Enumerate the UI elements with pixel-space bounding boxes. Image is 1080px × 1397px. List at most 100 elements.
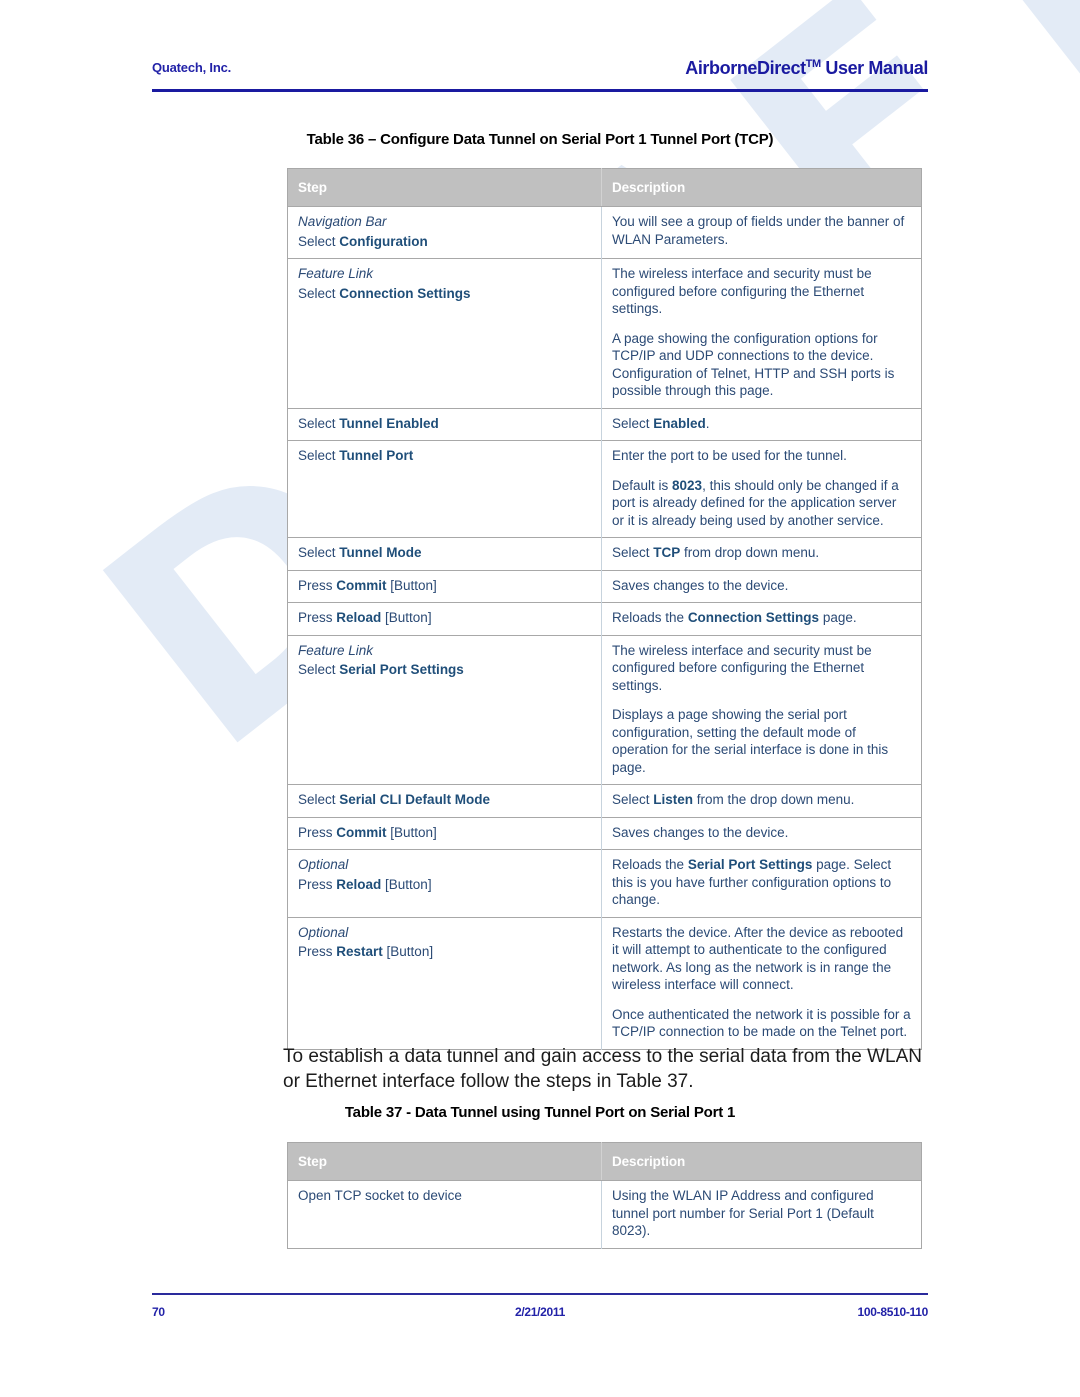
description-paragraph: Reloads the Serial Port Settings page. S…: [612, 856, 911, 909]
table-cell-step: Select Tunnel Mode: [287, 537, 602, 570]
table-row: Select Serial CLI Default Mode Select Lis…: [287, 784, 922, 817]
table-cell-step: Select Serial CLI Default Mode: [287, 784, 602, 817]
document-page: Quatech, Inc. AirborneDirectTM User Manu…: [0, 0, 1080, 1397]
step-text-emphasis: Reload: [336, 876, 382, 892]
step-category-label: Feature Link: [298, 642, 374, 658]
description-paragraph: A page showing the configuration options…: [612, 330, 911, 400]
table-cell-description: Select TCP from drop down menu.: [601, 537, 922, 570]
description-text-emphasis: TCP: [653, 545, 681, 560]
page-header: Quatech, Inc. AirborneDirectTM User Manu…: [152, 58, 928, 98]
description-text-prefix: A page showing the configuration options…: [612, 330, 895, 399]
step-action-text: Select Serial Port Settings: [298, 661, 591, 679]
trademark-icon: TM: [805, 58, 821, 70]
table-cell-step: Select Tunnel Port: [287, 440, 602, 538]
table-cell-step: Navigation Bar Select Configuration: [287, 206, 602, 259]
step-action-text: Select Serial CLI Default Mode: [298, 791, 591, 809]
step-action-text: Press Restart [Button]: [298, 943, 591, 961]
step-action-text: Select Tunnel Enabled: [298, 415, 591, 433]
table-row: Select Tunnel Mode Select TCP from drop d…: [287, 537, 922, 570]
table-cell-description: Saves changes to the device.: [601, 569, 922, 603]
description-paragraph: Saves changes to the device.: [612, 824, 911, 842]
step-text-emphasis: Tunnel Enabled: [339, 415, 439, 431]
description-paragraph: Displays a page showing the serial port …: [612, 706, 911, 776]
table-header-row: Step Description: [287, 1142, 922, 1181]
table-cell-description: The wireless interface and security must…: [601, 634, 922, 785]
step-text-prefix: Select: [298, 233, 340, 249]
description-text-emphasis: 8023: [672, 477, 703, 493]
table-row: Navigation Bar Select Configuration You wi…: [287, 206, 922, 259]
step-text-suffix: [Button]: [386, 824, 437, 840]
table-cell-step: Open TCP socket to device: [287, 1180, 602, 1248]
step-text-prefix: Select: [298, 662, 340, 677]
description-text-prefix: Default is: [612, 477, 673, 493]
footer-rule: [152, 1293, 928, 1295]
column-header-description: Description: [601, 1142, 922, 1181]
table-cell-description: You will see a group of fields under the…: [602, 207, 922, 259]
step-text-suffix: [Button]: [381, 876, 432, 892]
step-text-prefix: Press: [298, 944, 337, 959]
table-cell-description: Saves changes to the device.: [601, 816, 922, 850]
table-row: Press Commit [Button] Saves changes to th…: [287, 569, 922, 603]
table-cell-description: The wireless interface and security must…: [601, 258, 922, 408]
description-paragraph: Default is 8023, this should only be cha…: [612, 477, 911, 530]
description-text-prefix: Displays a page showing the serial port …: [612, 707, 889, 775]
table-row: Select Tunnel Enabled Select Enabled.: [287, 407, 922, 441]
description-text-emphasis: Connection Settings: [687, 610, 820, 625]
step-category-label: Navigation Bar: [298, 214, 387, 229]
step-action-text: Open TCP socket to device: [298, 1187, 591, 1205]
step-action-text: Press Commit [Button]: [298, 824, 591, 842]
step-action-text: Press Commit [Button]: [298, 577, 591, 595]
step-action-text: Select Tunnel Mode: [298, 544, 591, 562]
description-text-suffix: from the drop down menu.: [693, 792, 855, 807]
header-title-tail: User Manual: [820, 58, 928, 78]
step-text-prefix: Select: [298, 285, 340, 301]
step-text-suffix: [Button]: [386, 577, 437, 593]
table-cell-description: Using the WLAN IP Address and configured…: [602, 1181, 922, 1249]
table-37-body: Open TCP socket to device Using the WLAN …: [287, 1180, 922, 1249]
description-paragraph: You will see a group of fields under the…: [612, 213, 911, 248]
step-text-prefix: Open TCP socket to device: [298, 1188, 462, 1203]
table-cell-description: Enter the port to be used for the tunnel…: [601, 440, 922, 538]
description-text-prefix: Reloads the: [612, 610, 688, 625]
description-text-prefix: The wireless interface and security must…: [612, 266, 872, 316]
table-cell-description: Select Enabled.: [601, 407, 922, 441]
description-text-emphasis: Serial Port Settings: [687, 857, 813, 872]
description-text-prefix: Select: [612, 415, 654, 431]
step-action-text: Press Reload [Button]: [298, 609, 591, 627]
table-cell-step: Press Commit [Button]: [287, 569, 602, 603]
step-text-prefix: Press: [298, 610, 337, 625]
description-paragraph: Enter the port to be used for the tunnel…: [612, 447, 911, 465]
description-paragraph: The wireless interface and security must…: [612, 265, 911, 318]
footer-date: 2/21/2011: [514, 1305, 566, 1319]
step-text-prefix: Press: [298, 876, 337, 892]
table-row: Open TCP socket to device Using the WLAN …: [287, 1180, 922, 1249]
table-cell-description: Reloads the Connection Settings page.: [601, 602, 922, 635]
table-header-row: Step Description: [287, 168, 922, 207]
table-37-caption: Table 37 - Data Tunnel using Tunnel Port…: [344, 1104, 736, 1121]
description-text-prefix: Enter the port to be used for the tunnel…: [612, 448, 847, 463]
step-text-prefix: Select: [298, 545, 340, 560]
step-text-prefix: Press: [298, 577, 337, 593]
column-header-step: Step: [287, 1142, 602, 1181]
step-text-emphasis: Commit: [336, 577, 387, 593]
table-row: Select Tunnel Port Enter the port to be u…: [287, 440, 922, 538]
table-row: Press Reload [Button] Reloads the Connect…: [287, 602, 922, 635]
description-paragraph: Reloads the Connection Settings page.: [612, 609, 911, 627]
header-company-name: Quatech, Inc.: [152, 60, 232, 75]
description-text-prefix: Reloads the: [612, 857, 688, 872]
table-cell-description: Select Listen from the drop down menu.: [601, 784, 922, 817]
header-manual-title: AirborneDirectTM User Manual: [685, 58, 928, 79]
step-text-emphasis: Connection Settings: [339, 285, 471, 301]
step-category-label: Feature Link: [298, 266, 374, 281]
step-text-emphasis: Configuration: [339, 233, 428, 249]
description-text-prefix: Select: [612, 792, 654, 807]
table-cell-description: Reloads the Serial Port Settings page. S…: [601, 849, 922, 917]
table-cell-step: Select Tunnel Enabled: [287, 407, 602, 441]
page-footer: 70 100-8510-110 2/21/2011: [152, 1293, 928, 1333]
description-paragraph: Select TCP from drop down menu.: [612, 544, 911, 562]
description-text-prefix: Select: [612, 545, 654, 560]
step-text-prefix: Select: [298, 448, 340, 463]
header-product-name: AirborneDirect: [685, 58, 806, 78]
step-text-emphasis: Tunnel Mode: [339, 545, 422, 560]
description-text-emphasis: Enabled: [653, 415, 706, 431]
